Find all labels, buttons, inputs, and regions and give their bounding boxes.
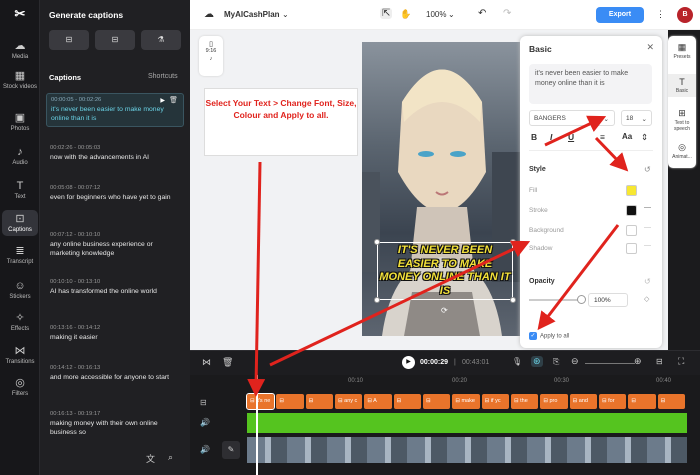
arrow-to-apply xyxy=(537,224,620,331)
arrow-to-font xyxy=(544,115,607,147)
annotation-arrows xyxy=(247,115,629,397)
arrow-to-fill xyxy=(594,136,629,172)
arrow-to-caption xyxy=(269,240,531,367)
arrow-to-timeline xyxy=(247,161,266,397)
